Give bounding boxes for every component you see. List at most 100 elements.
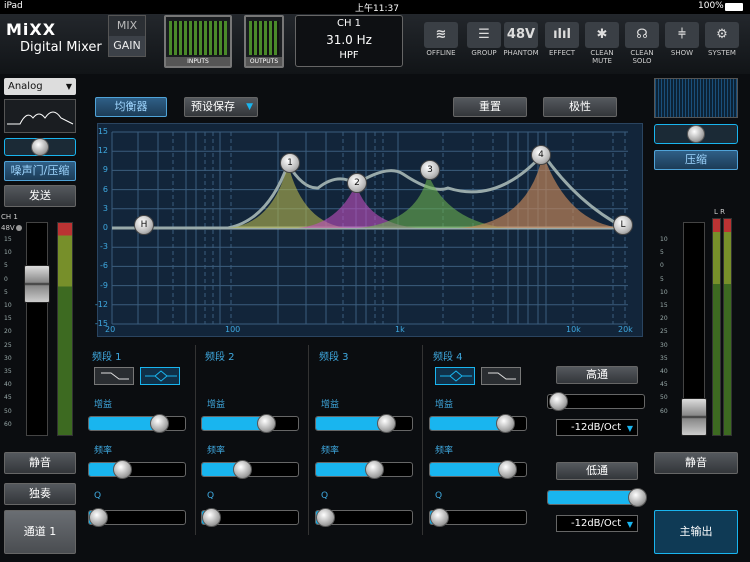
compress-button[interactable]: 压缩 bbox=[654, 150, 738, 170]
output-pan-knob[interactable] bbox=[687, 125, 705, 143]
band-freq-slider[interactable] bbox=[201, 460, 299, 479]
slider-knob[interactable] bbox=[88, 508, 108, 527]
main-fader-cap[interactable] bbox=[681, 398, 707, 436]
clean-solo-icon: ☊ bbox=[625, 22, 659, 48]
band-q-slider[interactable] bbox=[201, 508, 299, 527]
group-button[interactable]: ☰ GROUP bbox=[466, 22, 502, 62]
preset-save-button[interactable]: 预设保存 ▼ bbox=[184, 97, 258, 117]
output-thumbnail[interactable] bbox=[654, 78, 738, 118]
phantom-button[interactable]: 48V PHANTOM bbox=[503, 22, 539, 62]
eq-node-l[interactable]: L bbox=[613, 215, 633, 235]
equalizer-button[interactable]: 均衡器 bbox=[95, 97, 167, 117]
band-gain-label: 增益 bbox=[94, 400, 113, 410]
battery-icon bbox=[725, 3, 743, 11]
fader-scale-label: 30 bbox=[4, 354, 12, 362]
main-mute-button[interactable]: 静音 bbox=[654, 452, 738, 474]
inputs-meter-bars bbox=[169, 21, 227, 55]
clean-solo-button[interactable]: ☊ CLEAN SOLO bbox=[624, 22, 660, 65]
band-q-slider[interactable] bbox=[88, 508, 186, 527]
slider-knob[interactable] bbox=[113, 460, 133, 479]
eq-graph[interactable] bbox=[97, 123, 643, 337]
toolbar-button-label: SYSTEM bbox=[708, 49, 736, 57]
band-gain-slider[interactable] bbox=[315, 414, 413, 433]
band-gain-slider[interactable] bbox=[88, 414, 186, 433]
fader-scale-label: 50 bbox=[4, 407, 12, 415]
mix-gain-toggle[interactable]: MIX GAIN bbox=[108, 15, 146, 57]
eq-node-1[interactable]: 1 bbox=[280, 153, 300, 173]
band-q-slider[interactable] bbox=[315, 508, 413, 527]
pan-knob[interactable] bbox=[31, 138, 49, 156]
effect-button[interactable]: ılıl EFFECT bbox=[544, 22, 580, 62]
lowpass-button[interactable]: 低通 bbox=[556, 462, 638, 480]
output-pan-slider[interactable] bbox=[654, 124, 738, 144]
mix-option[interactable]: MIX bbox=[109, 16, 145, 36]
slider-knob[interactable] bbox=[233, 460, 253, 479]
lowpass-knob[interactable] bbox=[628, 488, 648, 507]
band-freq-label: 频率 bbox=[207, 446, 226, 456]
eq-node-3[interactable]: 3 bbox=[420, 160, 440, 180]
clean-mute-button[interactable]: ✱ CLEAN MUTE bbox=[584, 22, 620, 65]
slider-knob[interactable] bbox=[496, 414, 516, 433]
peak-filter-toggle[interactable] bbox=[435, 367, 475, 385]
slider-knob[interactable] bbox=[149, 414, 169, 433]
reset-button[interactable]: 重置 bbox=[453, 97, 527, 117]
highpass-knob[interactable] bbox=[548, 392, 568, 411]
channel-fader-track[interactable] bbox=[26, 222, 48, 436]
band-q-label: Q bbox=[435, 491, 443, 501]
band-gain-slider[interactable] bbox=[429, 414, 527, 433]
fader-scale-label: 15 bbox=[4, 315, 12, 323]
highpass-slope-select[interactable]: -12dB/Oct bbox=[556, 419, 638, 436]
band-title: 频段 3 bbox=[319, 352, 349, 363]
slider-fill bbox=[316, 417, 387, 430]
slider-knob[interactable] bbox=[429, 508, 449, 527]
eq-node-h[interactable]: H bbox=[134, 215, 154, 235]
analog-select-value: Analog bbox=[8, 81, 43, 92]
lowpass-slider-fill bbox=[548, 491, 639, 504]
slider-knob[interactable] bbox=[201, 508, 221, 527]
peak-filter-toggle[interactable] bbox=[140, 367, 180, 385]
slider-knob[interactable] bbox=[376, 414, 396, 433]
highpass-slider[interactable] bbox=[547, 392, 645, 411]
band-freq-slider[interactable] bbox=[429, 460, 527, 479]
solo-button[interactable]: 独奏 bbox=[4, 483, 76, 505]
band-gain-slider[interactable] bbox=[201, 414, 299, 433]
pan-slider[interactable] bbox=[4, 138, 76, 156]
shelf-icon bbox=[101, 372, 129, 380]
band-title: 频段 2 bbox=[205, 352, 235, 363]
polarity-button[interactable]: 极性 bbox=[543, 97, 617, 117]
offline-button[interactable]: ≋ OFFLINE bbox=[423, 22, 459, 62]
band-q-slider[interactable] bbox=[429, 508, 527, 527]
lowpass-slider[interactable] bbox=[547, 488, 648, 507]
outputs-meter-button[interactable]: OUTPUTS bbox=[244, 15, 284, 68]
lowpass-slope-select[interactable]: -12dB/Oct bbox=[556, 515, 638, 532]
gain-option[interactable]: GAIN bbox=[109, 36, 145, 56]
system-button[interactable]: ⚙ SYSTEM bbox=[704, 22, 740, 62]
shelf-filter-toggle[interactable] bbox=[94, 367, 134, 385]
highpass-button[interactable]: 高通 bbox=[556, 366, 638, 384]
band-freq-slider[interactable] bbox=[315, 460, 413, 479]
y-tick-label: 6 bbox=[102, 184, 108, 194]
eq-node-2[interactable]: 2 bbox=[347, 173, 367, 193]
eq-node-4[interactable]: 4 bbox=[531, 145, 551, 165]
eq-thumbnail[interactable] bbox=[4, 99, 76, 133]
shelf-filter-toggle[interactable] bbox=[481, 367, 521, 385]
slider-knob[interactable] bbox=[256, 414, 276, 433]
channel-fader-cap[interactable] bbox=[24, 265, 50, 303]
noise-gate-button[interactable]: 噪声门/压缩 bbox=[4, 161, 76, 181]
analog-select[interactable]: Analog ▼ bbox=[4, 78, 76, 95]
band-title: 频段 4 bbox=[433, 352, 463, 363]
slider-knob[interactable] bbox=[315, 508, 335, 527]
send-button[interactable]: 发送 bbox=[4, 185, 76, 207]
main-output-button[interactable]: 主输出 bbox=[654, 510, 738, 554]
band-freq-slider[interactable] bbox=[88, 460, 186, 479]
x-tick-label: 10k bbox=[566, 325, 581, 334]
slider-knob[interactable] bbox=[364, 460, 384, 479]
group-icon: ☰ bbox=[467, 22, 501, 48]
show-button[interactable]: ⫩ SHOW bbox=[664, 22, 700, 62]
x-tick-label: 1k bbox=[395, 325, 405, 334]
inputs-meter-button[interactable]: INPUTS bbox=[164, 15, 232, 68]
channel-select-button[interactable]: 通道 1 bbox=[4, 510, 76, 554]
mute-button[interactable]: 静音 bbox=[4, 452, 76, 474]
toolbar-button-label: CLEAN SOLO bbox=[630, 49, 654, 65]
slider-knob[interactable] bbox=[498, 460, 518, 479]
